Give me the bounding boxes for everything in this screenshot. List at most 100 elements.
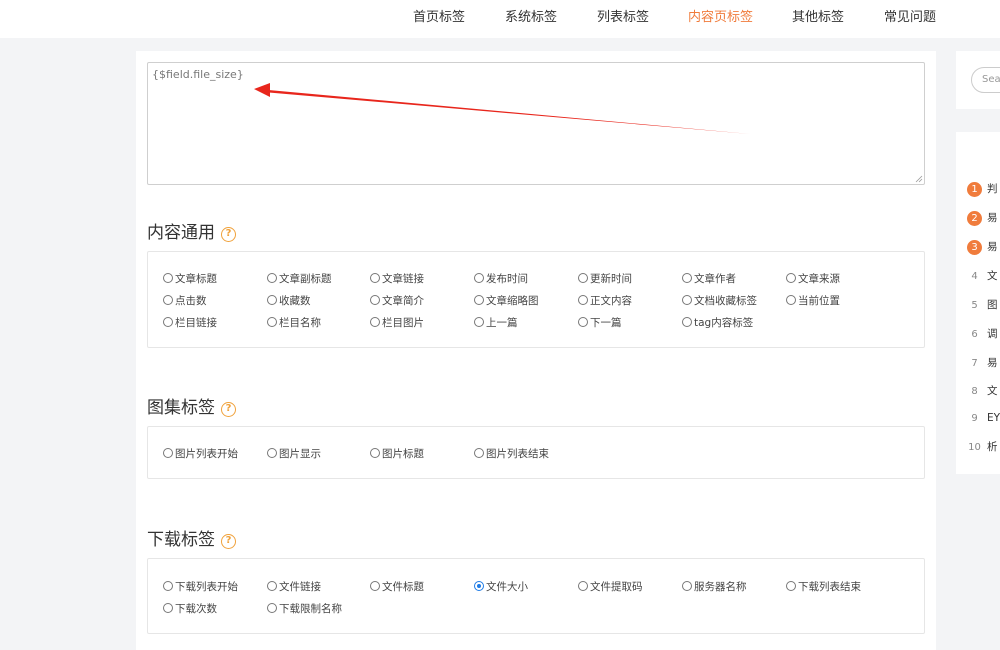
option-current-position[interactable]: 当前位置 (786, 293, 840, 308)
option-label: 下载列表开始 (175, 581, 238, 593)
content-common-options-card: 文章标题 文章副标题 文章链接 发布时间 更新时间 文章作者 文章来源 点击数 … (147, 251, 925, 348)
option-label: 图片列表结束 (486, 448, 549, 460)
help-circle-icon[interactable]: ? (221, 227, 236, 242)
radio-icon (370, 295, 380, 305)
option-image-title[interactable]: 图片标题 (370, 446, 424, 461)
option-label: 文章作者 (694, 273, 736, 285)
help-circle-icon[interactable]: ? (221, 402, 236, 417)
nav-item-content-page-tags[interactable]: 内容页标签 (688, 6, 753, 25)
option-server-name[interactable]: 服务器名称 (682, 579, 747, 594)
option-image-list-end[interactable]: 图片列表结束 (474, 446, 549, 461)
option-image-display[interactable]: 图片显示 (267, 446, 321, 461)
option-article-title[interactable]: 文章标题 (163, 271, 217, 286)
option-update-time[interactable]: 更新时间 (578, 271, 632, 286)
option-column-name[interactable]: 栏目名称 (267, 315, 321, 330)
radio-icon (163, 295, 173, 305)
option-click-count[interactable]: 点击数 (163, 293, 207, 308)
option-label: 上一篇 (486, 317, 518, 329)
option-file-extract-code[interactable]: 文件提取码 (578, 579, 643, 594)
option-publish-time[interactable]: 发布时间 (474, 271, 528, 286)
option-article-author[interactable]: 文章作者 (682, 271, 736, 286)
radio-icon (267, 273, 277, 283)
nav-item-list-tags[interactable]: 列表标签 (597, 6, 649, 25)
radio-icon (267, 448, 277, 458)
option-favorite-count[interactable]: 收藏数 (267, 293, 311, 308)
rank-title: 判 (987, 183, 998, 195)
option-label: 文章来源 (798, 273, 840, 285)
radio-checked-icon (474, 581, 484, 591)
tag-code-textarea[interactable]: {$field.file_size} (147, 62, 925, 185)
top-navigation: 首页标签 系统标签 列表标签 内容页标签 其他标签 常见问题 (0, 0, 1000, 38)
option-article-link[interactable]: 文章链接 (370, 271, 424, 286)
option-file-title[interactable]: 文件标题 (370, 579, 424, 594)
option-file-link[interactable]: 文件链接 (267, 579, 321, 594)
option-article-subtitle[interactable]: 文章副标题 (267, 271, 332, 286)
tag-code-value: {$field.file_size} (152, 68, 244, 81)
option-label: 栏目名称 (279, 317, 321, 329)
help-circle-icon[interactable]: ? (221, 534, 236, 549)
radio-icon (370, 448, 380, 458)
option-image-list-start[interactable]: 图片列表开始 (163, 446, 238, 461)
option-label: 文章缩略图 (486, 295, 539, 307)
section-title-content-common: 内容通用? (147, 218, 236, 243)
sidebar-ranking-list: 1判 2易 3易 4文 5图 6调 7易 8文 9 EY 10 析 (956, 132, 1000, 474)
nav-item-other-tags[interactable]: 其他标签 (792, 6, 844, 25)
rank-number: 1 (967, 182, 982, 197)
option-next-article[interactable]: 下一篇 (578, 315, 622, 330)
option-label: 图片标题 (382, 448, 424, 460)
rank-item-7[interactable]: 7易 (967, 355, 998, 371)
nav-item-faq[interactable]: 常见问题 (884, 6, 936, 25)
rank-item-10[interactable]: 10 析 (967, 439, 998, 455)
gallery-options-card: 图片列表开始 图片显示 图片标题 图片列表结束 (147, 426, 925, 479)
search-input[interactable]: Sea (971, 67, 1000, 93)
rank-title: 析 (987, 441, 998, 453)
rank-item-2[interactable]: 2易 (967, 210, 998, 226)
resize-handle-icon[interactable] (915, 175, 923, 183)
radio-icon (578, 317, 588, 327)
option-download-list-end[interactable]: 下载列表结束 (786, 579, 861, 594)
rank-title: 易 (987, 241, 998, 253)
option-label: 文件标题 (382, 581, 424, 593)
option-label: 栏目图片 (382, 317, 424, 329)
option-file-size[interactable]: 文件大小 (474, 579, 528, 594)
rank-number: 2 (967, 211, 982, 226)
rank-title: 图 (987, 299, 998, 311)
rank-item-1[interactable]: 1判 (967, 181, 998, 197)
option-body-content[interactable]: 正文内容 (578, 293, 632, 308)
option-label: 栏目链接 (175, 317, 217, 329)
rank-item-6[interactable]: 6调 (967, 326, 997, 342)
rank-item-9[interactable]: 9 EY (967, 411, 1000, 426)
radio-icon (474, 295, 484, 305)
rank-title: 文 (987, 385, 998, 397)
option-download-limit-name[interactable]: 下载限制名称 (267, 601, 342, 616)
rank-item-3[interactable]: 3易 (967, 239, 998, 255)
rank-title: 文 (987, 270, 998, 282)
radio-icon (163, 581, 173, 591)
option-article-summary[interactable]: 文章简介 (370, 293, 424, 308)
radio-icon (267, 581, 277, 591)
sidebar-search-panel: Sea (956, 51, 1000, 109)
rank-number: 3 (967, 240, 982, 255)
option-download-list-start[interactable]: 下载列表开始 (163, 579, 238, 594)
option-doc-favorite-tag[interactable]: 文档收藏标签 (682, 293, 757, 308)
nav-item-home-tags[interactable]: 首页标签 (413, 6, 465, 25)
option-label: 下载次数 (175, 603, 217, 615)
nav-item-system-tags[interactable]: 系统标签 (505, 6, 557, 25)
rank-number: 7 (971, 358, 978, 369)
option-column-image[interactable]: 栏目图片 (370, 315, 424, 330)
option-article-thumbnail[interactable]: 文章缩略图 (474, 293, 539, 308)
option-previous-article[interactable]: 上一篇 (474, 315, 518, 330)
option-column-link[interactable]: 栏目链接 (163, 315, 217, 330)
option-download-count[interactable]: 下载次数 (163, 601, 217, 616)
rank-title: EY (987, 412, 1000, 424)
rank-number: 10 (968, 442, 981, 453)
rank-item-4[interactable]: 4文 (967, 268, 998, 284)
option-article-source[interactable]: 文章来源 (786, 271, 840, 286)
rank-title: 易 (987, 357, 998, 369)
radio-icon (682, 581, 692, 591)
option-tag-content[interactable]: tag内容标签 (682, 315, 753, 330)
radio-icon (267, 295, 277, 305)
rank-item-8[interactable]: 8文 (967, 383, 998, 399)
rank-item-5[interactable]: 5图 (967, 297, 998, 313)
radio-icon (786, 273, 796, 283)
